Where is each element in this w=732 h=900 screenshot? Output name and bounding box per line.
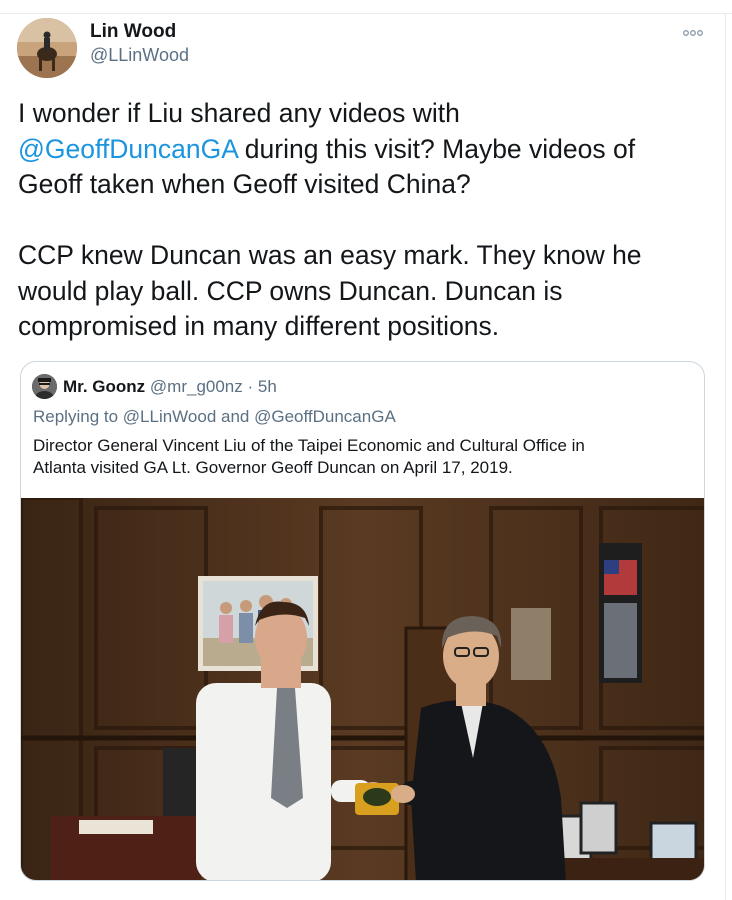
quote-timestamp[interactable]: 5h <box>258 377 277 396</box>
quote-header: Mr. Goonz @mr_g00nz · 5h <box>63 377 277 397</box>
quote-text-line: Atlanta visited GA Lt. Governor Geoff Du… <box>33 458 513 477</box>
quote-author-avatar[interactable] <box>32 374 57 399</box>
quote-text: Director General Vincent Liu of the Taip… <box>33 435 693 479</box>
quote-author-name[interactable]: Mr. Goonz <box>63 377 145 396</box>
replying-prefix: Replying to <box>33 407 123 426</box>
separator-dot: · <box>242 377 258 396</box>
tweet-line: CCP knew Duncan was an easy mark. They k… <box>18 240 642 270</box>
author-avatar[interactable] <box>17 18 77 78</box>
tweet-line: compromised in many different positions. <box>18 311 500 341</box>
right-divider <box>725 13 726 900</box>
tweet-line: @GeoffDuncanGA during this visit? Maybe … <box>18 132 708 168</box>
quote-author-handle[interactable]: @mr_g00nz <box>150 377 243 396</box>
replying-user-link[interactable]: @LLinWood <box>123 407 217 426</box>
tweet-line-rest: during this visit? Maybe videos of <box>237 133 636 164</box>
top-divider <box>0 13 732 14</box>
more-options-icon[interactable] <box>683 24 703 40</box>
quote-text-line: Director General Vincent Liu of the Taip… <box>33 436 585 455</box>
tweet-line: Geoff taken when Geoff visited China? <box>18 169 471 199</box>
replying-to: Replying to @LLinWood and @GeoffDuncanGA <box>33 407 396 427</box>
quoted-tweet[interactable]: Mr. Goonz @mr_g00nz · 5h Replying to @LL… <box>20 361 705 881</box>
tweet-line: I wonder if Liu shared any videos with <box>18 98 460 128</box>
author-name[interactable]: Lin Wood <box>90 21 176 43</box>
quote-photo[interactable] <box>21 498 704 880</box>
tweet-text: I wonder if Liu shared any videos with @… <box>18 96 708 345</box>
mention-link[interactable]: @GeoffDuncanGA <box>18 134 237 164</box>
replying-and: and <box>216 407 255 426</box>
tweet-line: would play ball. CCP owns Duncan. Duncan… <box>18 275 563 306</box>
replying-user-link[interactable]: @GeoffDuncanGA <box>254 407 396 426</box>
author-handle[interactable]: @LLinWood <box>90 45 189 66</box>
